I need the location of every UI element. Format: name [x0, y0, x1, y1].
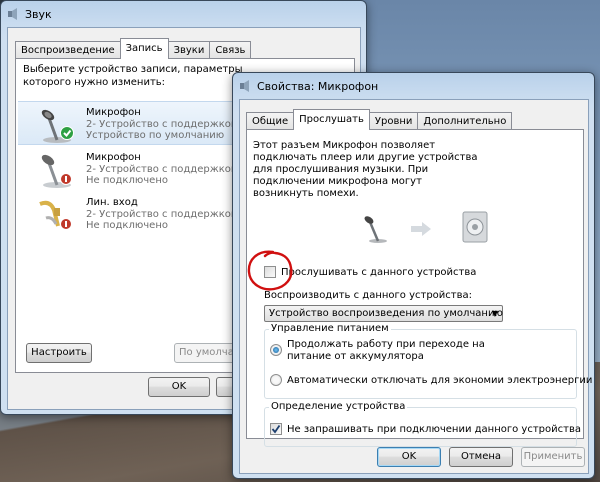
line-in-icon: [39, 200, 72, 230]
set-default-button[interactable]: По умолча: [174, 343, 236, 363]
microphone-icon: [41, 154, 72, 188]
power-management-group: Управление питанием Продолжать работу пр…: [264, 323, 592, 399]
tab-recording[interactable]: Запись: [119, 38, 169, 59]
chevron-down-icon: ▼: [491, 309, 498, 318]
device-detail: 2- Устройство с поддержкой H: [86, 164, 249, 175]
tab-sounds[interactable]: Звуки: [167, 41, 211, 59]
listen-panel: Этот разъем Микрофон позволяет подключат…: [246, 129, 592, 447]
sound-titlebar: Звук: [7, 5, 360, 23]
radio-keep-on-battery-label[interactable]: Продолжать работу при переходе на питани…: [287, 339, 527, 363]
playback-device-value: Устройство воспроизведения по умолчанию: [269, 308, 503, 319]
microphone-icon: [41, 109, 74, 143]
properties-tabs: Общие Прослушать Уровни Дополнительно: [246, 109, 513, 130]
sound-ok-button[interactable]: OK: [148, 377, 210, 397]
device-status: Не подключено: [86, 175, 168, 186]
properties-window: Свойства: Микрофон Общие Прослушать Уров…: [232, 72, 595, 479]
window-title: Звук: [25, 7, 52, 21]
speaker-device-icon: [462, 211, 488, 243]
tab-levels[interactable]: Уровни: [368, 112, 419, 130]
playback-device-select[interactable]: Устройство воспроизведения по умолчанию …: [264, 305, 503, 322]
listen-checkbox-label[interactable]: Прослушивать с данного устройства: [281, 267, 476, 278]
apply-button[interactable]: Применить: [521, 447, 585, 467]
device-detail: 2- Устройство с поддержкой H: [86, 209, 249, 220]
group-title: Управление питанием: [269, 323, 391, 334]
cancel-button[interactable]: Отмена: [449, 447, 513, 467]
radio-keep-on-battery[interactable]: [270, 344, 282, 356]
radio-auto-disable-label[interactable]: Автоматически отключать для экономии эле…: [287, 375, 592, 386]
instruction-text: Выберите устройство записи, параметры ко…: [23, 64, 243, 88]
device-status: Устройство по умолчанию: [86, 130, 225, 141]
device-name: Микрофон: [86, 107, 141, 118]
group-title: Определение устройства: [269, 401, 408, 412]
tab-advanced[interactable]: Дополнительно: [417, 112, 513, 130]
speaker-icon: [8, 8, 17, 20]
tab-communications[interactable]: Связь: [209, 41, 252, 59]
configure-button[interactable]: Настроить: [26, 343, 92, 363]
window-title: Свойства: Микрофон: [257, 79, 379, 93]
no-prompt-checkbox-label[interactable]: Не запрашивать при подключении данного у…: [287, 424, 581, 435]
device-status: Не подключено: [86, 220, 168, 231]
microphone-icon: [364, 216, 387, 243]
device-name: Микрофон: [86, 152, 141, 163]
tab-playback[interactable]: Воспроизведение: [15, 41, 121, 59]
tab-general[interactable]: Общие: [246, 112, 295, 130]
device-detail: 2- Устройство с поддержкой H: [86, 119, 249, 130]
properties-client-area: Общие Прослушать Уровни Дополнительно Эт…: [239, 99, 592, 474]
no-prompt-checkbox[interactable]: [270, 423, 282, 435]
arrow-right-icon: [411, 222, 431, 236]
radio-auto-disable[interactable]: [270, 374, 282, 386]
speaker-icon: [240, 80, 249, 92]
ok-button[interactable]: OK: [377, 447, 441, 467]
annotation-circle: [247, 250, 293, 291]
tab-listen[interactable]: Прослушать: [293, 109, 370, 130]
device-detection-group: Определение устройства Не запрашивать пр…: [264, 401, 581, 447]
checkmark-icon: [271, 424, 281, 434]
sound-tabs: Воспроизведение Запись Звуки Связь: [15, 38, 252, 59]
listen-description: Этот разъем Микрофон позволяет подключат…: [253, 140, 478, 199]
properties-titlebar: Свойства: Микрофон: [239, 77, 588, 95]
device-name: Лин. вход: [86, 197, 138, 208]
playback-device-label: Воспроизводить с данного устройства:: [264, 290, 473, 301]
